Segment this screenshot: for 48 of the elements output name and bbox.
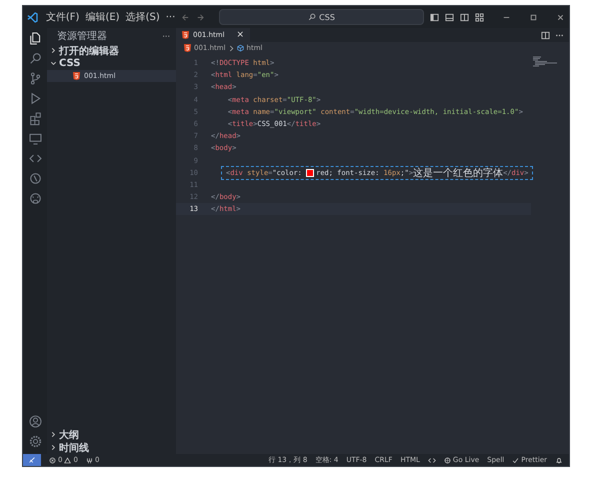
maximize-icon[interactable]: [529, 12, 538, 22]
html5-icon: [184, 44, 191, 52]
cube-icon: [236, 44, 244, 52]
chevron-icon[interactable]: [50, 47, 57, 54]
search-icon: [308, 13, 316, 21]
split-editor-icon[interactable]: [541, 30, 550, 40]
remote-button[interactable]: [23, 454, 41, 466]
section-header[interactable]: 时间线: [59, 440, 89, 454]
sidebar-layout-icon[interactable]: [430, 12, 439, 22]
split-layout-icon[interactable]: [460, 12, 469, 22]
search-icon[interactable]: [28, 51, 42, 66]
circle-icon[interactable]: [28, 171, 42, 186]
blocks-icon[interactable]: [28, 111, 42, 126]
layout-grid-icon[interactable]: [475, 12, 484, 22]
section-header[interactable]: 打开的编辑器: [59, 44, 119, 58]
monitor-icon[interactable]: [28, 131, 42, 146]
more-actions[interactable]: ···: [162, 32, 170, 40]
settings-icon[interactable]: [28, 434, 42, 449]
bell-icon[interactable]: [555, 456, 563, 464]
remote-icon: [28, 456, 36, 464]
chevron-icon[interactable]: [50, 431, 57, 438]
files-icon[interactable]: [28, 31, 42, 46]
menu-item[interactable]: 选择(S): [126, 10, 160, 24]
account-icon[interactable]: [28, 414, 42, 429]
back-arrow-icon[interactable]: [181, 12, 190, 22]
vscode-logo-icon: [27, 12, 38, 22]
forward-arrow-icon[interactable]: [196, 12, 206, 22]
section-header[interactable]: 大纲: [59, 428, 79, 442]
menu-item[interactable]: 编辑(E): [85, 10, 120, 24]
html5-icon: [73, 72, 80, 80]
section-header[interactable]: CSS: [59, 58, 80, 69]
antenna-icon: [86, 456, 93, 464]
chevron-icon[interactable]: [50, 444, 57, 451]
braces-icon[interactable]: [428, 456, 436, 464]
search-field[interactable]: CSS: [219, 9, 424, 25]
check-icon: [512, 456, 520, 464]
globe-icon: [444, 456, 451, 464]
menu-item[interactable]: 文件(F): [46, 10, 80, 24]
error-icon: [49, 456, 56, 464]
warning-icon: [64, 456, 72, 464]
minimap-drawing: [533, 56, 557, 68]
html5-icon: [182, 31, 189, 39]
chevron-icon: [228, 44, 234, 52]
menu-item[interactable]: ···: [166, 12, 176, 22]
panel-layout-icon[interactable]: [445, 12, 454, 22]
close-icon[interactable]: [556, 12, 565, 22]
sidebar-title: 资源管理器: [57, 30, 107, 43]
chevron-icon[interactable]: [50, 60, 57, 67]
